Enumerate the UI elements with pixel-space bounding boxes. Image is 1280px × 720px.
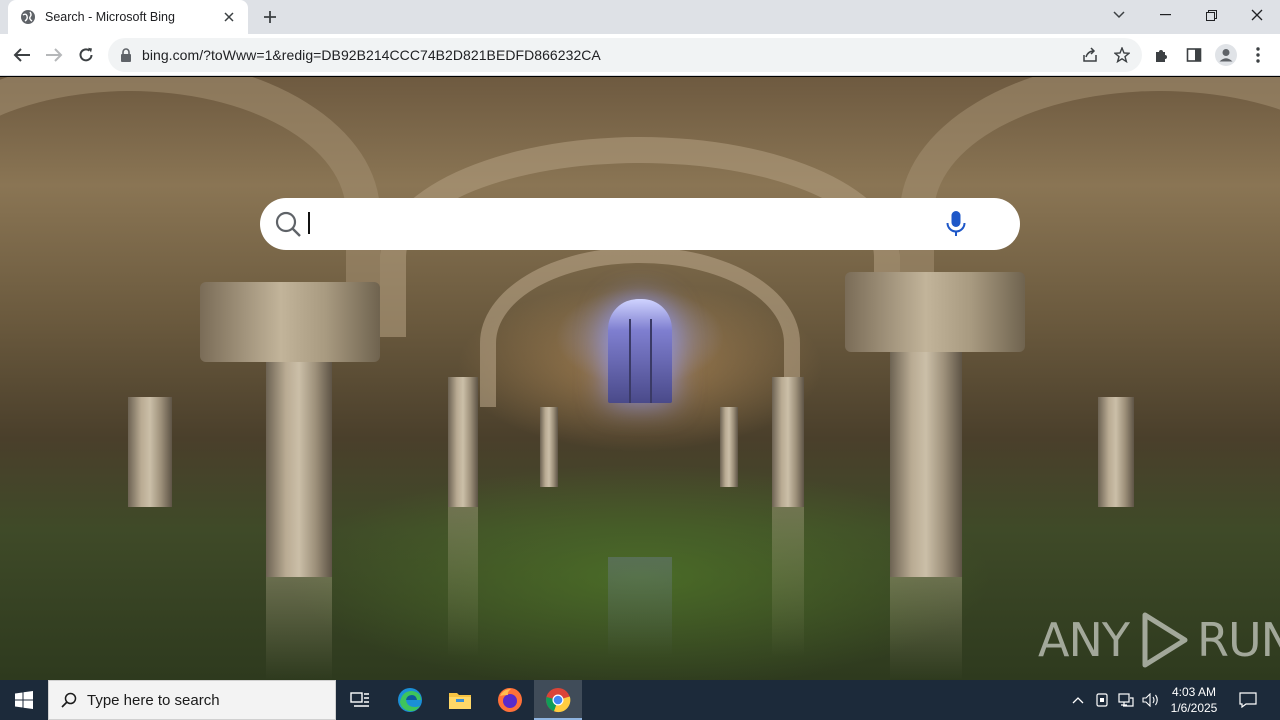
extensions-button[interactable] <box>1146 39 1178 71</box>
edge-app[interactable] <box>386 680 434 720</box>
microphone-icon[interactable] <box>944 210 968 238</box>
share-icon[interactable] <box>1080 45 1100 65</box>
menu-button[interactable] <box>1242 39 1274 71</box>
column <box>266 362 332 577</box>
search-input[interactable] <box>308 210 928 238</box>
chevron-down-icon <box>1113 11 1125 19</box>
globe-icon <box>20 9 36 25</box>
firefox-app[interactable] <box>486 680 534 720</box>
lock-icon[interactable] <box>120 48 134 62</box>
file-explorer-icon <box>449 693 471 709</box>
back-arrow-icon <box>13 48 30 62</box>
side-panel-button[interactable] <box>1178 39 1210 71</box>
taskbar-search-placeholder: Type here to search <box>87 691 220 709</box>
watermark-text-left: ANY <box>1038 613 1130 667</box>
browser-toolbar: bing.com/?toWww=1&redig=DB92B214CCC74B2D… <box>0 34 1280 76</box>
play-logo-icon <box>1142 612 1188 668</box>
column-capital <box>845 272 1025 352</box>
plus-icon <box>264 11 276 23</box>
close-tab-icon[interactable] <box>220 8 238 26</box>
restore-button[interactable] <box>1188 0 1234 30</box>
edge-icon <box>398 688 422 712</box>
side-panel-icon <box>1186 48 1202 62</box>
volume-tray-button[interactable] <box>1140 680 1162 720</box>
reload-button[interactable] <box>70 39 102 71</box>
search-icon <box>61 692 77 708</box>
chevron-up-icon <box>1072 697 1084 704</box>
anyrun-watermark: ANY RUN <box>1038 610 1280 670</box>
profile-icon <box>1215 44 1237 66</box>
task-view-button[interactable] <box>336 680 384 720</box>
window-reflection <box>608 557 672 657</box>
new-tab-button[interactable] <box>258 6 282 28</box>
menu-icon <box>1256 47 1260 63</box>
taskbar-search-box[interactable]: Type here to search <box>48 680 336 720</box>
reload-icon <box>79 47 93 62</box>
tab-search-button[interactable] <box>1096 0 1142 30</box>
taskbar: Type here to search 4:03 AM 1/6/2025 <box>0 680 1280 720</box>
address-bar[interactable]: bing.com/?toWww=1&redig=DB92B214CCC74B2D… <box>108 38 1142 72</box>
extensions-icon <box>1156 50 1167 62</box>
tab-bing[interactable]: Search - Microsoft Bing <box>8 0 248 34</box>
column <box>1098 397 1134 507</box>
back-button[interactable] <box>6 39 38 71</box>
bookmark-star-icon[interactable] <box>1112 45 1132 65</box>
lit-window <box>608 299 672 403</box>
chrome-icon <box>546 688 571 713</box>
minimize-button[interactable] <box>1142 0 1188 30</box>
network-tray-button[interactable] <box>1116 680 1136 720</box>
chrome-app[interactable] <box>534 680 582 720</box>
start-button[interactable] <box>0 680 48 720</box>
column <box>890 352 962 577</box>
background-arch <box>0 77 380 317</box>
column <box>448 377 478 507</box>
column <box>128 397 172 507</box>
file-explorer-app[interactable] <box>436 680 484 720</box>
close-window-button[interactable] <box>1234 0 1280 30</box>
water-reflection <box>890 577 962 680</box>
clock-time: 4:03 AM <box>1171 685 1217 699</box>
watermark-text-right: RUN <box>1196 613 1280 667</box>
tab-title: Search - Microsoft Bing <box>45 10 175 24</box>
column-capital <box>200 282 380 362</box>
column <box>772 377 804 507</box>
close-icon <box>1251 9 1263 21</box>
profile-button[interactable] <box>1210 39 1242 71</box>
network-icon <box>1118 693 1134 707</box>
water-reflection <box>772 507 804 657</box>
url-text: bing.com/?toWww=1&redig=DB92B214CCC74B2D… <box>142 47 601 63</box>
search-icon[interactable] <box>274 210 302 238</box>
water-reflection <box>448 507 478 657</box>
show-hidden-icons-button[interactable] <box>1068 680 1088 720</box>
device-icon <box>1096 693 1108 707</box>
column <box>720 407 738 487</box>
notification-button[interactable] <box>1228 680 1268 720</box>
task-view-icon <box>350 692 369 707</box>
volume-icon <box>1142 693 1158 707</box>
clock[interactable]: 4:03 AM 1/6/2025 <box>1164 680 1224 720</box>
search-box[interactable] <box>260 198 1020 250</box>
text-caret <box>308 212 310 234</box>
clock-date: 1/6/2025 <box>1170 701 1218 715</box>
water-reflection <box>266 577 332 680</box>
notification-icon <box>1239 692 1257 708</box>
device-tray-button[interactable] <box>1092 680 1112 720</box>
column <box>540 407 558 487</box>
bing-homepage: ANY RUN <box>0 77 1280 680</box>
firefox-icon <box>498 688 522 712</box>
forward-arrow-icon <box>46 48 63 62</box>
forward-button[interactable] <box>38 39 70 71</box>
screen: Search - Microsoft Bing bing.com/?toWww=… <box>0 0 1280 720</box>
tab-strip: Search - Microsoft Bing <box>0 0 1280 34</box>
minimize-icon <box>1159 14 1171 16</box>
windows-start-icon <box>15 691 33 709</box>
restore-icon <box>1205 9 1217 21</box>
